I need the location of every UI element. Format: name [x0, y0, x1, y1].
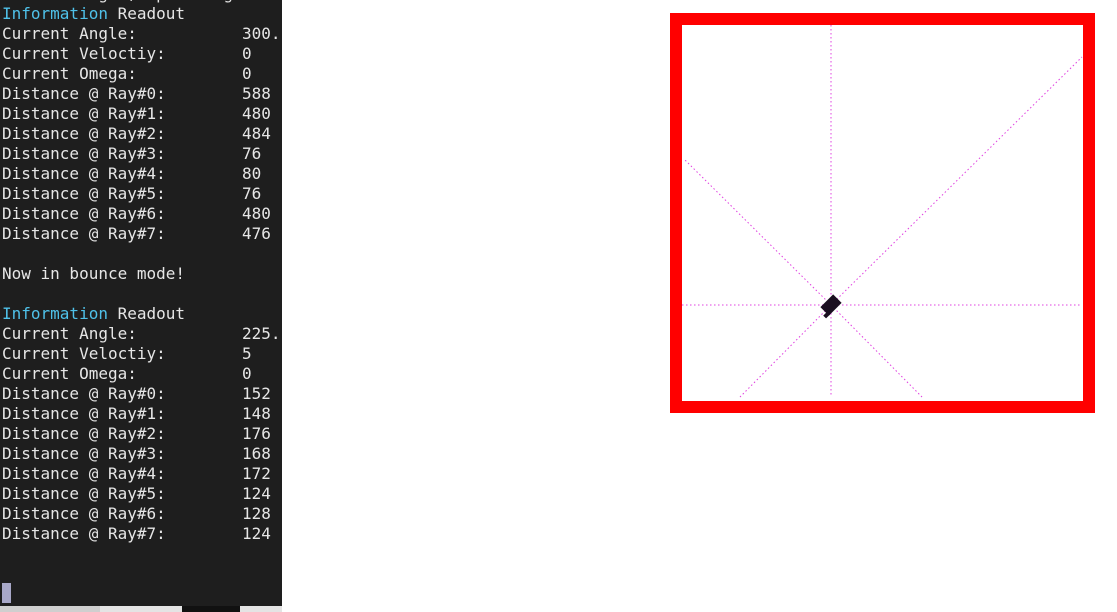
- terminal-line-label: Distance @ Ray#1:: [2, 104, 166, 123]
- terminal-line-value: 484: [242, 124, 271, 143]
- terminal-line-label: Current Angle:: [2, 24, 137, 43]
- taskbar: [0, 606, 282, 612]
- terminal-line: Current Angle: 300.: [2, 24, 282, 44]
- terminal-line-label: Distance @ Ray#3:: [2, 444, 166, 463]
- terminal-line-label: Current Angle:: [2, 324, 137, 343]
- terminal-line-label: Distance @ Ray#6:: [2, 204, 166, 223]
- terminal-cursor: [2, 583, 11, 603]
- terminal-line-value: 0: [242, 44, 252, 63]
- terminal-line-label: Current Veloctiy:: [2, 44, 166, 63]
- terminal-line: Distance @ Ray#6: 480: [2, 204, 282, 224]
- terminal-line-label: Distance @ Ray#6:: [2, 504, 166, 523]
- terminal-line-label: Current Omega:: [2, 364, 137, 383]
- terminal-line: Distance @ Ray#0: 152: [2, 384, 282, 404]
- terminal-line-label: Distance @ Ray#4:: [2, 164, 166, 183]
- terminal-line-label: Current Veloctiy:: [2, 344, 166, 363]
- terminal-line-label: Distance @ Ray#5:: [2, 184, 166, 203]
- terminal-line: Current Omega: 0: [2, 64, 282, 84]
- terminal-line-label: Now in bounce mode!: [2, 264, 186, 283]
- terminal-line: Current Angle: 225.: [2, 324, 282, 344]
- readout-keyword: Information: [2, 304, 108, 323]
- terminal-line: Distance @ Ray#7: 476: [2, 224, 282, 244]
- terminal-line-label: Current Omega:: [2, 64, 137, 83]
- terminal-line-label: Information Readout: [2, 304, 185, 324]
- terminal-line-value: 300.: [242, 24, 281, 43]
- terminal-line-label: Distance @ Ray#1:: [2, 404, 166, 423]
- terminal-line-label: Distance @ Ray#0:: [2, 84, 166, 103]
- terminal-line-label: Distance @ Ray#7:: [2, 224, 166, 243]
- terminal-line-label: Distance @ Ray#3:: [2, 144, 166, 163]
- terminal-line-value: 152: [242, 384, 271, 403]
- terminal-line-value: 476: [242, 224, 271, 243]
- taskbar-segment[interactable]: [240, 606, 282, 612]
- terminal-line-label: Distance @ Ray#5:: [2, 484, 166, 503]
- readout-keyword: Information: [2, 4, 108, 23]
- terminal-line-label: Distance @ Ray#4:: [2, 464, 166, 483]
- terminal-line-value: 225.: [242, 324, 281, 343]
- terminal-line-value: 124: [242, 524, 271, 543]
- terminal-line: Distance @ Ray#3: 168: [2, 444, 282, 464]
- terminal-line: Distance @ Ray#3: 76: [2, 144, 282, 164]
- terminal-line-label: Distance @ Ray#7:: [2, 524, 166, 543]
- terminal-line-label: Distance @ Ray#2:: [2, 124, 166, 143]
- terminal-line: Distance @ Ray#7: 124: [2, 524, 282, 544]
- terminal-line-value: 480: [242, 204, 271, 223]
- terminal-line-value: 76: [242, 184, 262, 203]
- terminal-line-label: Distance @ Ray#2:: [2, 424, 166, 443]
- terminal-line: Distance @ Ray#4: 172: [2, 464, 282, 484]
- terminal-line: Distance @ Ray#4: 80: [2, 164, 282, 184]
- terminal-line-value: 176: [242, 424, 271, 443]
- arena-wall: [670, 13, 1095, 413]
- terminal-line-label: Information Readout: [2, 4, 185, 24]
- terminal-line: Current Veloctiy: 5: [2, 344, 282, 364]
- terminal-line: Information Readout: [2, 304, 282, 324]
- terminal-line: Distance @ Ray#1: 148: [2, 404, 282, 424]
- terminal-line: Distance @ Ray#2: 484: [2, 124, 282, 144]
- taskbar-active-segment[interactable]: [182, 606, 240, 612]
- terminal-output: Current Angle, Speed AngleInformation Re…: [2, 0, 282, 544]
- terminal-line: Now in bounce mode!: [2, 264, 282, 284]
- simulation-canvas: [670, 13, 1095, 413]
- terminal-line-value: 76: [242, 144, 262, 163]
- readout-keyword-rest: Readout: [107, 304, 186, 323]
- terminal-line-value: 0: [242, 64, 252, 83]
- terminal-line: Information Readout: [2, 4, 282, 24]
- terminal-window[interactable]: Current Angle, Speed AngleInformation Re…: [0, 0, 282, 606]
- terminal-line: Distance @ Ray#5: 76: [2, 184, 282, 204]
- terminal-line-value: 172: [242, 464, 271, 483]
- readout-keyword-rest: Readout: [107, 4, 186, 23]
- terminal-line: Current Omega: 0: [2, 364, 282, 384]
- terminal-line-value: 480: [242, 104, 271, 123]
- terminal-line: Distance @ Ray#5: 124: [2, 484, 282, 504]
- terminal-line: Distance @ Ray#2: 176: [2, 424, 282, 444]
- terminal-line: Distance @ Ray#1: 480: [2, 104, 282, 124]
- terminal-line-value: 0: [242, 364, 252, 383]
- terminal-line: Current Veloctiy: 0: [2, 44, 282, 64]
- terminal-line-value: 5: [242, 344, 252, 363]
- terminal-line-value: 148: [242, 404, 271, 423]
- terminal-line-value: 168: [242, 444, 271, 463]
- simulation-window[interactable]: [670, 13, 1095, 413]
- terminal-line-value: 124: [242, 484, 271, 503]
- taskbar-segment[interactable]: [0, 606, 100, 612]
- desktop: Current Angle, Speed AngleInformation Re…: [0, 0, 1117, 612]
- terminal-line-value: 128: [242, 504, 271, 523]
- taskbar-segment[interactable]: [100, 606, 182, 612]
- terminal-line-label: Distance @ Ray#0:: [2, 384, 166, 403]
- terminal-line: Distance @ Ray#0: 588: [2, 84, 282, 104]
- terminal-line-value: 80: [242, 164, 262, 183]
- terminal-line-value: 588: [242, 84, 271, 103]
- terminal-line: Distance @ Ray#6: 128: [2, 504, 282, 524]
